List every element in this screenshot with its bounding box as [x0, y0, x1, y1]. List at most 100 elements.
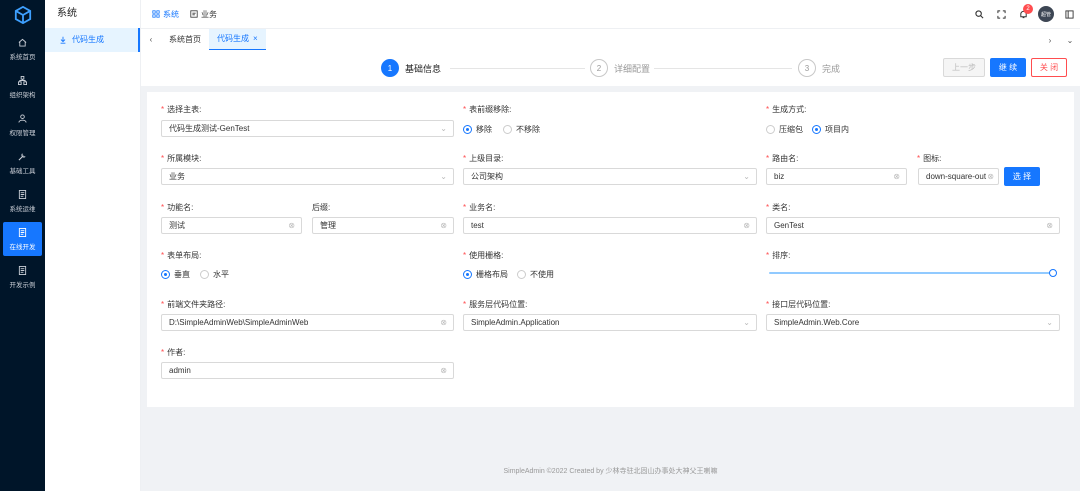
step-number: 2	[590, 59, 608, 77]
main-sidebar: 系统首页 组织架构 权限管理 基础工具 系统运维 在线开发 开发示例	[0, 0, 45, 491]
module-label: * 所属模块:	[161, 154, 202, 163]
tab-codegen[interactable]: 代码生成 ×	[209, 28, 266, 51]
tab-scroll-right-icon[interactable]: ›	[1040, 29, 1060, 51]
clear-icon: ⊗	[893, 172, 900, 181]
clear-icon: ⊗	[1046, 221, 1053, 230]
step-number: 1	[381, 59, 399, 77]
grid-off-radio[interactable]: 不使用	[517, 269, 554, 280]
prefix-keep-radio[interactable]: 不移除	[503, 124, 540, 135]
top-header: 系统 业务 2 超管	[141, 0, 1080, 28]
chevron-down-icon: ⌄	[743, 318, 750, 327]
next-button[interactable]: 继 续	[990, 58, 1026, 77]
org-icon	[18, 76, 28, 86]
grid-icon	[152, 10, 160, 18]
chevron-down-icon: ⌄	[743, 172, 750, 181]
dev-icon	[18, 228, 28, 238]
clear-icon: ⊗	[288, 221, 295, 230]
sidebar-item-org[interactable]: 组织架构	[0, 68, 45, 106]
sidebar-item-dev[interactable]: 在线开发	[3, 222, 42, 256]
sidebar-item-ops[interactable]: 系统运维	[0, 182, 45, 220]
sidebar-item-label: 开发示例	[9, 281, 36, 289]
close-button[interactable]: 关 闭	[1031, 58, 1067, 77]
route-input[interactable]: biz ⊗	[766, 168, 907, 185]
api-select[interactable]: SimpleAdmin.Web.Core ⌄	[766, 314, 1060, 331]
avatar[interactable]: 超管	[1038, 6, 1054, 22]
chevron-down-icon: ⌄	[1046, 318, 1053, 327]
tab-scroll-left-icon[interactable]: ‹	[141, 29, 161, 51]
clear-icon: ⊗	[987, 172, 994, 181]
header-actions: 2 超管	[968, 0, 1080, 28]
service-label: * 服务层代码位置:	[463, 300, 528, 309]
step-basic: 1 基础信息	[381, 59, 441, 77]
class-label: * 类名:	[766, 203, 791, 212]
bell-icon[interactable]: 2	[1012, 3, 1034, 19]
parent-select[interactable]: 公司架构 ⌄	[463, 168, 757, 185]
home-icon	[18, 38, 28, 48]
grid-on-radio[interactable]: 栅格布局	[463, 269, 508, 280]
front-path-input[interactable]: D:\SimpleAdminWeb\SimpleAdminWeb ⊗	[161, 314, 454, 331]
chevron-down-icon[interactable]: ⌄	[1060, 29, 1080, 51]
step-done: 3 完成	[798, 59, 840, 77]
sort-label: * 排序:	[766, 251, 791, 260]
prev-button[interactable]: 上一步	[943, 58, 985, 77]
main-table-select[interactable]: 代码生成测试-GenTest ⌄	[161, 120, 454, 137]
author-label: * 作者:	[161, 348, 186, 357]
main-table-label: * 选择主表:	[161, 105, 202, 114]
func-input[interactable]: 测试 ⊗	[161, 217, 302, 234]
module-select[interactable]: 业务 ⌄	[161, 168, 454, 185]
layout-horizontal-radio[interactable]: 水平	[200, 269, 229, 280]
sidebar-item-tools[interactable]: 基础工具	[0, 144, 45, 182]
biz-input[interactable]: test ⊗	[463, 217, 757, 234]
sidebar-item-label: 系统首页	[9, 53, 36, 61]
clear-icon: ⊗	[440, 366, 447, 375]
icon-select-button[interactable]: 选 择	[1004, 167, 1040, 186]
module-label: 业务	[201, 9, 217, 19]
sidebar-item-label: 权限管理	[9, 129, 36, 137]
class-input[interactable]: GenTest ⊗	[766, 217, 1060, 234]
icon-input[interactable]: down-square-out ⊗	[918, 168, 999, 185]
module-business[interactable]: 业务	[190, 9, 217, 20]
doc-icon	[190, 10, 198, 18]
logo-icon[interactable]	[0, 0, 45, 30]
sidebar-item-example[interactable]: 开发示例	[0, 258, 45, 296]
search-icon[interactable]	[968, 9, 990, 19]
step-detail: 2 详细配置	[590, 59, 650, 77]
form-card: * 选择主表: 代码生成测试-GenTest ⌄ * 表前缀移除: 移除 不移除 * 生…	[147, 92, 1074, 407]
footer-copyright: SimpleAdmin ©2022 Created by 少林寺驻北固山办事处大…	[503, 468, 718, 475]
gen-project-radio[interactable]: 项目内	[812, 124, 849, 135]
author-input[interactable]: admin ⊗	[161, 362, 454, 379]
step-label: 详细配置	[614, 63, 651, 74]
layout-setting-icon[interactable]	[1058, 9, 1080, 19]
step-bar: 1 基础信息 2 详细配置 3 完成 上一步 继 续 关 闭	[141, 50, 1080, 86]
module-system[interactable]: 系统	[152, 9, 179, 20]
layout-vertical-radio[interactable]: 垂直	[161, 269, 190, 280]
submenu-item-codegen[interactable]: 代码生成	[45, 28, 140, 52]
biz-label: * 业务名:	[463, 203, 496, 212]
service-select[interactable]: SimpleAdmin.Application ⌄	[463, 314, 757, 331]
step-number: 3	[798, 59, 816, 77]
api-label: * 接口层代码位置:	[766, 300, 831, 309]
ops-icon	[18, 190, 28, 200]
sidebar-item-home[interactable]: 系统首页	[0, 30, 45, 68]
clear-icon: ⊗	[743, 221, 750, 230]
sidebar-item-label: 基础工具	[9, 167, 36, 175]
clear-icon: ⊗	[440, 221, 447, 230]
codegen-icon	[59, 36, 67, 44]
sidebar-item-auth[interactable]: 权限管理	[0, 106, 45, 144]
tab-bar: ‹ 系统首页 代码生成 × › ⌄	[141, 28, 1080, 51]
sort-slider[interactable]	[769, 272, 1053, 274]
tab-label: 系统首页	[169, 35, 201, 44]
parent-label: * 上级目录:	[463, 154, 504, 163]
close-icon[interactable]: ×	[253, 34, 258, 43]
step-label: 基础信息	[405, 63, 442, 74]
suffix-input[interactable]: 管理 ⊗	[312, 217, 454, 234]
gen-zip-radio[interactable]: 压缩包	[766, 124, 803, 135]
prefix-label: * 表前缀移除:	[463, 105, 512, 114]
fullscreen-icon[interactable]	[990, 9, 1012, 19]
func-label: * 功能名:	[161, 203, 194, 212]
step-label: 完成	[822, 63, 841, 74]
sort-slider-handle[interactable]	[1049, 269, 1057, 277]
submenu-item-label: 代码生成	[72, 35, 104, 44]
tab-home[interactable]: 系统首页	[161, 29, 209, 51]
prefix-remove-radio[interactable]: 移除	[463, 124, 492, 135]
